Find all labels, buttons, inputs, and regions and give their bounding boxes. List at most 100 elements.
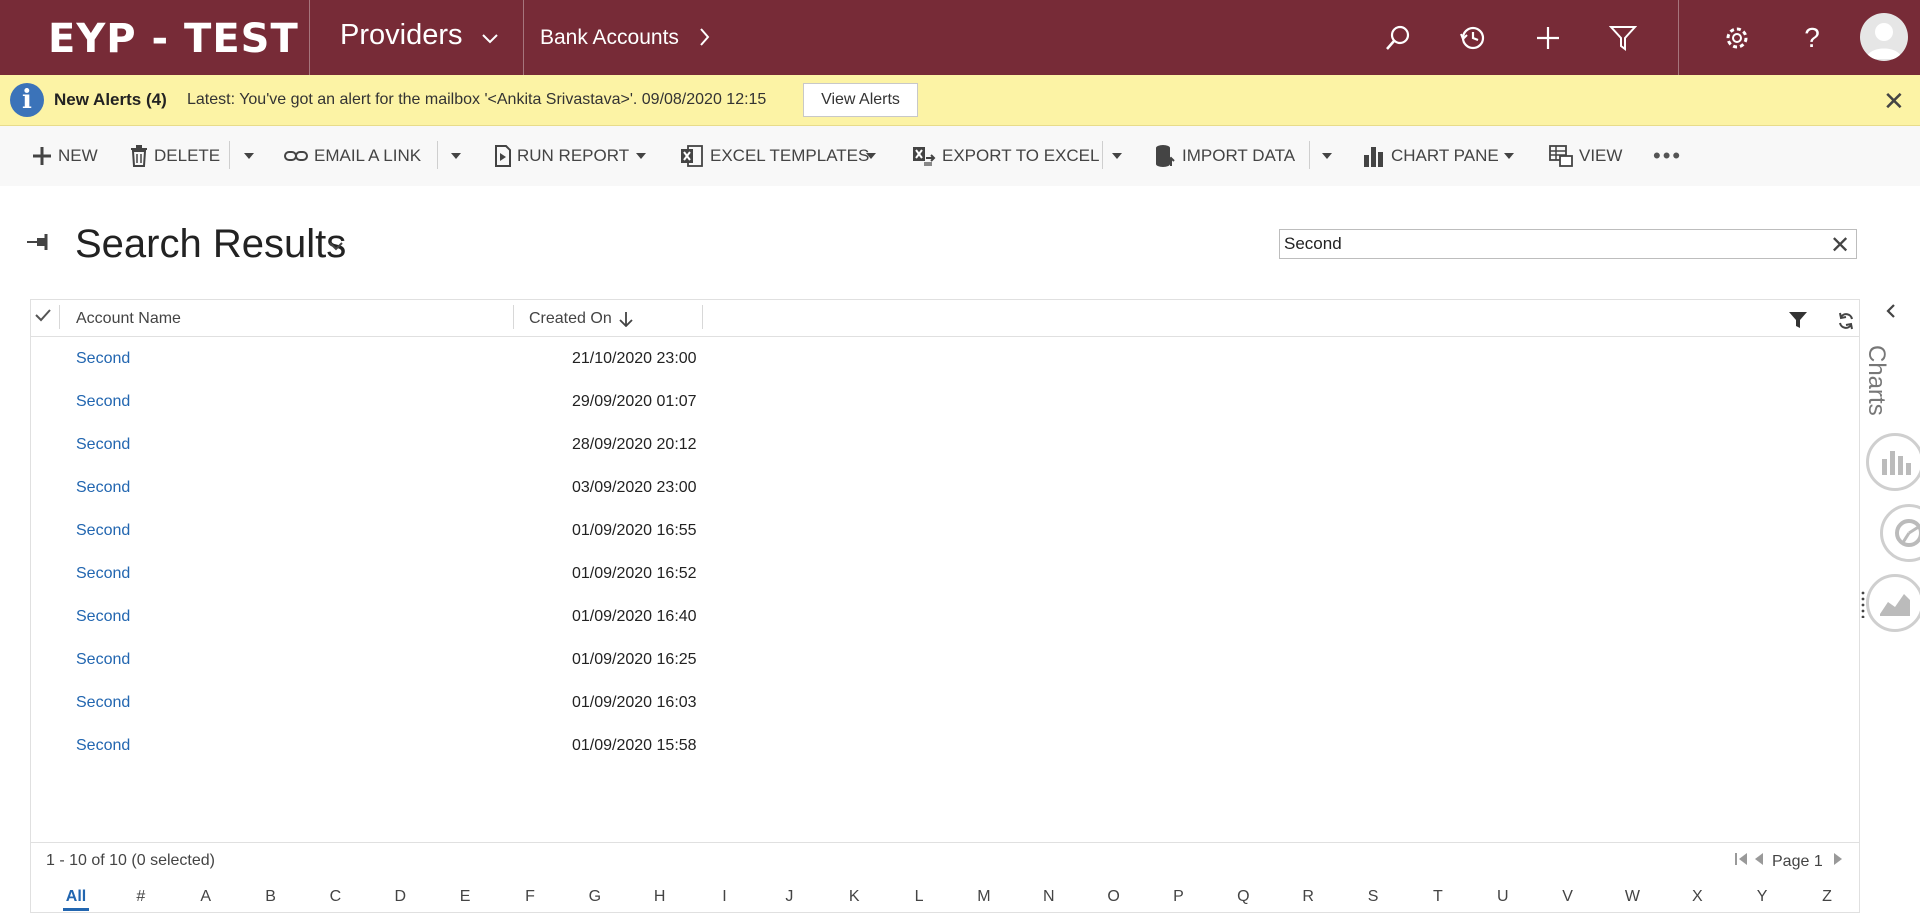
letter-filter[interactable]: F [525,888,535,906]
letter-filter[interactable]: R [1302,888,1314,906]
import-data-dropdown[interactable] [1322,144,1332,168]
letter-filter[interactable]: P [1173,888,1184,906]
export-to-excel-button[interactable]: EXPORT TO EXCEL [912,144,1099,168]
chevron-down-icon[interactable] [329,238,343,256]
email-link-button[interactable]: EMAIL A LINK [284,144,421,168]
letter-filter[interactable]: M [977,888,990,906]
page-title: Search Results [75,222,347,266]
letter-filter[interactable]: O [1107,888,1119,906]
info-icon: i [10,83,44,117]
grid-filter-icon[interactable] [1788,311,1808,334]
letter-filter[interactable]: G [589,888,601,906]
search-input[interactable] [1279,229,1857,259]
more-commands-icon[interactable]: ••• [1653,143,1682,168]
column-divider[interactable] [702,305,703,329]
letter-filter[interactable]: L [915,888,924,906]
letter-filter[interactable]: A [200,888,211,906]
history-icon[interactable] [1457,22,1489,54]
letter-filter[interactable]: T [1433,888,1443,906]
breadcrumb-area[interactable]: Bank Accounts [540,26,679,50]
email-link-dropdown[interactable] [451,144,461,168]
excel-icon [680,144,704,168]
letter-filter[interactable]: Y [1757,888,1768,906]
created-on-cell: 28/09/2020 20:12 [572,436,697,453]
search-value: Second [1284,234,1342,253]
letter-filter[interactable]: H [654,888,666,906]
excel-templates-button[interactable]: EXCEL TEMPLATES [680,144,869,168]
letter-filter[interactable]: W [1625,888,1640,906]
view-button[interactable]: VIEW [1549,144,1622,168]
new-label: NEW [58,146,98,165]
letter-filter[interactable]: C [330,888,342,906]
chevron-right-icon[interactable] [700,26,710,52]
letter-filter[interactable]: V [1562,888,1573,906]
letter-filter[interactable]: N [1043,888,1055,906]
letter-filter[interactable]: U [1497,888,1509,906]
excel-templates-dropdown[interactable] [866,144,876,168]
letter-filter[interactable]: E [460,888,471,906]
pie-chart-icon[interactable] [1880,504,1920,562]
chart-pane-button[interactable]: CHART PANE [1363,144,1499,168]
view-alerts-button[interactable]: View Alerts [803,83,918,117]
gear-icon[interactable] [1721,22,1753,54]
help-icon[interactable]: ? [1796,22,1828,54]
refresh-icon[interactable] [1837,312,1855,335]
next-page-icon[interactable] [1833,852,1843,871]
letter-filter[interactable]: # [136,888,145,906]
search-icon[interactable] [1382,22,1414,54]
letter-filter[interactable]: I [722,888,726,906]
run-report-button[interactable]: RUN REPORT [495,144,629,168]
select-all-check-icon[interactable] [35,308,51,327]
account-name-link[interactable]: Second [76,436,130,454]
app-selector[interactable]: Providers [340,19,463,52]
account-name-link[interactable]: Second [76,651,130,669]
first-page-icon[interactable] [1734,852,1748,871]
excel-templates-label: EXCEL TEMPLATES [710,146,870,165]
account-name-link[interactable]: Second [76,479,130,497]
previous-page-icon[interactable] [1754,852,1764,871]
account-name-link[interactable]: Second [76,350,130,368]
letter-filter-all[interactable]: All [66,888,86,906]
letter-filter[interactable]: B [265,888,276,906]
account-name-link[interactable]: Second [76,737,130,755]
close-icon[interactable]: ✕ [1883,86,1905,117]
area-chart-icon[interactable] [1866,574,1920,632]
pin-icon[interactable] [27,233,51,256]
import-data-button[interactable]: IMPORT DATA [1154,144,1295,168]
letter-filter[interactable]: K [849,888,860,906]
account-name-link[interactable]: Second [76,393,130,411]
brand-title[interactable]: EYP - TEST [48,16,299,62]
letter-filter[interactable]: X [1692,888,1703,906]
letter-filter[interactable]: D [394,888,406,906]
bar-chart-icon[interactable] [1866,433,1920,491]
new-button[interactable]: NEW [32,144,98,168]
created-on-cell: 01/09/2020 16:52 [572,565,697,582]
pane-resize-grip[interactable] [1861,590,1865,623]
letter-filter[interactable]: J [785,888,793,906]
delete-dropdown[interactable] [244,144,254,168]
account-name-link[interactable]: Second [76,565,130,583]
avatar[interactable] [1860,13,1908,61]
account-name-link[interactable]: Second [76,522,130,540]
email-link-label: EMAIL A LINK [314,146,422,165]
column-header-created-on[interactable]: Created On [529,310,612,328]
clear-search-icon[interactable]: ✕ [1830,231,1850,260]
column-header-account-name[interactable]: Account Name [76,310,181,328]
export-excel-dropdown[interactable] [1112,144,1122,168]
chart-pane-dropdown[interactable] [1504,144,1514,168]
letter-filter[interactable]: Z [1822,888,1832,906]
chevron-left-icon[interactable] [1886,303,1896,324]
account-name-link[interactable]: Second [76,694,130,712]
filter-icon[interactable] [1607,22,1639,54]
delete-button[interactable]: DELETE [130,144,220,168]
column-divider[interactable] [513,305,514,329]
chevron-down-icon[interactable] [482,27,498,50]
created-on-cell: 29/09/2020 01:07 [572,393,697,410]
account-name-link[interactable]: Second [76,608,130,626]
letter-filter[interactable]: Q [1237,888,1249,906]
sort-descending-icon[interactable] [619,311,633,332]
run-report-dropdown[interactable] [636,144,646,168]
plus-icon[interactable] [1532,22,1564,54]
charts-pane-label[interactable]: Charts [1862,345,1890,416]
letter-filter[interactable]: S [1368,888,1379,906]
